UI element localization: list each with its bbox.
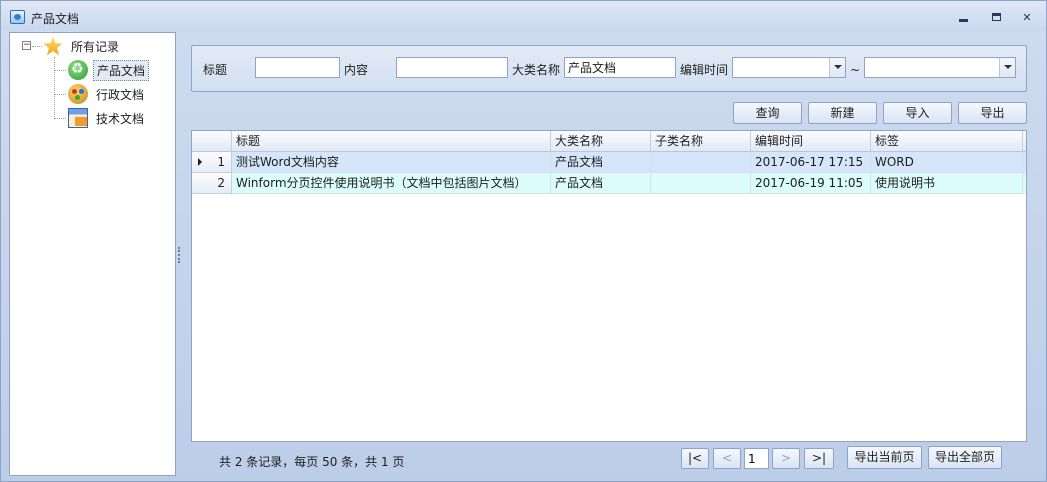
export-all-pages-button[interactable]: 导出全部页 bbox=[928, 446, 1002, 469]
recycle-icon bbox=[68, 60, 88, 80]
first-page-button[interactable]: |< bbox=[681, 448, 709, 469]
column-header-edit-time[interactable]: 编辑时间 bbox=[751, 131, 871, 152]
palette-icon bbox=[68, 84, 88, 104]
app-icon bbox=[10, 10, 25, 24]
cell-category[interactable]: 产品文档 bbox=[551, 173, 651, 194]
window-title: 产品文档 bbox=[31, 12, 80, 26]
date-from-picker[interactable] bbox=[732, 57, 846, 78]
table-row[interactable]: 1 测试Word文档内容 产品文档 2017-06-17 17:15 WORD bbox=[192, 152, 1026, 173]
maximize-button[interactable] bbox=[987, 9, 1005, 25]
grid-header: 标题 大类名称 子类名称 编辑时间 标签 bbox=[192, 131, 1026, 152]
current-row-icon bbox=[198, 158, 202, 166]
prev-page-button[interactable]: < bbox=[713, 448, 741, 469]
cell-category[interactable]: 产品文档 bbox=[551, 152, 651, 173]
row-header-corner bbox=[192, 131, 232, 152]
category-label: 大类名称 bbox=[512, 63, 561, 77]
column-header-subcategory[interactable]: 子类名称 bbox=[651, 131, 751, 152]
page-number-input[interactable] bbox=[744, 448, 769, 469]
close-button[interactable]: ✕ bbox=[1018, 9, 1036, 25]
title-bar[interactable]: 产品文档 ✕ bbox=[1, 1, 1046, 31]
content-label: 内容 bbox=[344, 63, 369, 77]
export-current-page-button[interactable]: 导出当前页 bbox=[847, 446, 922, 469]
title-input[interactable] bbox=[255, 57, 340, 78]
splitter-handle[interactable] bbox=[178, 247, 180, 263]
maximize-icon bbox=[991, 13, 1001, 21]
cell-edit-time[interactable]: 2017-06-19 11:05 bbox=[751, 173, 871, 194]
pager-info: 共 2 条记录，每页 50 条，共 1 页 bbox=[219, 455, 405, 469]
cell-edit-time[interactable]: 2017-06-17 17:15 bbox=[751, 152, 871, 173]
category-input[interactable] bbox=[564, 57, 676, 78]
row-header[interactable]: 1 bbox=[192, 152, 232, 173]
filter-panel: 标题 内容 大类名称 编辑时间 ~ bbox=[191, 45, 1027, 92]
import-button[interactable]: 导入 bbox=[883, 102, 952, 124]
tree-item-admin-docs[interactable]: 行政文档 bbox=[68, 84, 147, 104]
tree-item-product-docs[interactable]: 产品文档 bbox=[68, 59, 150, 81]
cell-subcategory[interactable] bbox=[651, 173, 751, 194]
document-grid[interactable]: 标题 大类名称 子类名称 编辑时间 标签 1 测试Word文档内容 产品文档 2… bbox=[191, 130, 1027, 442]
title-label: 标题 bbox=[203, 63, 228, 77]
tree-item-label: 技术文档 bbox=[96, 111, 145, 126]
cell-tag[interactable]: WORD bbox=[871, 152, 1023, 173]
document-icon bbox=[68, 108, 88, 128]
tree-item-root[interactable]: 所有记录 bbox=[43, 36, 122, 56]
table-row[interactable]: 2 Winform分页控件使用说明书（文档中包括图片文档） 产品文档 2017-… bbox=[192, 173, 1026, 194]
column-header-category[interactable]: 大类名称 bbox=[551, 131, 651, 152]
collapse-icon[interactable]: − bbox=[22, 41, 31, 50]
tree-item-label: 行政文档 bbox=[96, 87, 145, 102]
close-icon: ✕ bbox=[1022, 10, 1032, 24]
category-tree[interactable]: − 所有记录 产品文档 行政文档 技术文档 bbox=[9, 32, 176, 476]
tree-item-label: 所有记录 bbox=[71, 39, 120, 54]
range-separator: ~ bbox=[850, 63, 861, 77]
cell-tag[interactable]: 使用说明书 bbox=[871, 173, 1023, 194]
minimize-button[interactable] bbox=[954, 9, 972, 25]
row-number: 1 bbox=[217, 155, 225, 169]
star-icon bbox=[43, 36, 63, 56]
minimize-icon bbox=[958, 18, 968, 22]
tree-item-tech-docs[interactable]: 技术文档 bbox=[68, 108, 147, 128]
column-header-title[interactable]: 标题 bbox=[232, 131, 551, 152]
last-page-button[interactable]: >| bbox=[804, 448, 834, 469]
chevron-down-icon[interactable] bbox=[829, 58, 845, 77]
main-window: 产品文档 ✕ − 所有记录 产品文档 行政文档 技术文档 标题 bbox=[0, 0, 1047, 482]
edit-time-label: 编辑时间 bbox=[680, 63, 729, 77]
cell-title[interactable]: 测试Word文档内容 bbox=[232, 152, 551, 173]
chevron-down-icon[interactable] bbox=[999, 58, 1015, 77]
content-input[interactable] bbox=[396, 57, 508, 78]
column-header-tag[interactable]: 标签 bbox=[871, 131, 1023, 152]
export-button[interactable]: 导出 bbox=[958, 102, 1027, 124]
tree-item-label: 产品文档 bbox=[93, 59, 150, 81]
next-page-button[interactable]: > bbox=[772, 448, 800, 469]
row-header[interactable]: 2 bbox=[192, 173, 232, 194]
cell-title[interactable]: Winform分页控件使用说明书（文档中包括图片文档） bbox=[232, 173, 551, 194]
cell-subcategory[interactable] bbox=[651, 152, 751, 173]
new-button[interactable]: 新建 bbox=[808, 102, 877, 124]
query-button[interactable]: 查询 bbox=[733, 102, 802, 124]
row-number: 2 bbox=[217, 176, 225, 190]
date-to-picker[interactable] bbox=[864, 57, 1016, 78]
